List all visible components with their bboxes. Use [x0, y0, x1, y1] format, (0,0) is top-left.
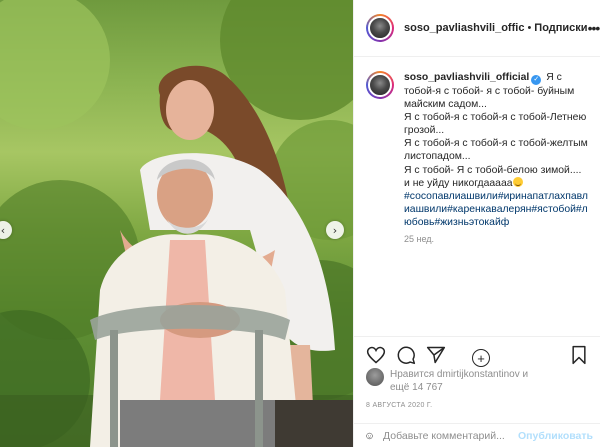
caption-timestamp[interactable]: 25 нед. [404, 233, 588, 246]
likes-prefix: Нравится [390, 369, 435, 380]
verified-badge-icon: ✓ [531, 75, 542, 85]
comment-bar: Опубликовать [354, 423, 600, 447]
caption-username-link[interactable]: soso_pavliashvili_official [404, 72, 529, 83]
likes-summary: Нравится dmirtijkonstantinov и ещё 14 76… [366, 368, 528, 394]
heart-icon[interactable] [366, 345, 386, 365]
likes-conjunction: и [522, 369, 529, 380]
caption-section: soso_pavliashvili_official ✓ Я с тобой-я … [354, 57, 600, 367]
share-icon[interactable] [426, 345, 446, 365]
following-button[interactable]: Подписки [534, 22, 587, 34]
publish-button[interactable]: Опубликовать [518, 430, 593, 442]
more-options-icon[interactable]: ••• [588, 20, 600, 36]
caption-avatar[interactable] [366, 71, 394, 99]
comment-icon[interactable] [396, 345, 416, 365]
header-username-link[interactable]: soso_pavliashvili_offic [404, 22, 524, 34]
header-separator: • [527, 22, 532, 34]
caption-text: soso_pavliashvili_official ✓ Я с тобой-я … [404, 71, 588, 246]
likes-count-link[interactable]: ещё 14 767 [390, 382, 443, 393]
photo-illustration [0, 0, 353, 447]
caption-line: Я с тобой-я с тобой-я с тобой-Летнею гро… [404, 112, 587, 137]
hashtag-links[interactable]: #сосопавлиашвили#иринапатлахпавлиашвили#… [404, 190, 588, 229]
post-header: soso_pavliashvili_offic • Подписки ••• [354, 0, 600, 57]
chevron-left-icon: ‹ [0, 223, 6, 237]
emoji-picker-icon[interactable] [366, 428, 373, 444]
post-date[interactable]: 8 АВГУСТА 2020 Г. [366, 402, 432, 409]
liker-username-link[interactable]: dmirtijkonstantinov [437, 369, 520, 380]
caption-line: Я с тобой- Я с тобой-белою зимой.... [404, 164, 582, 176]
action-bar [354, 336, 600, 366]
caption-line: и не уйду никогдааааа [404, 177, 513, 189]
liker-avatar[interactable] [366, 368, 384, 386]
profile-avatar[interactable] [366, 14, 394, 42]
post-photo[interactable]: ‹ › [0, 0, 353, 447]
bookmark-icon[interactable] [569, 345, 589, 365]
comment-input[interactable] [383, 429, 519, 442]
chevron-right-icon: › [332, 223, 338, 237]
caption-line: Я с тобой-я с тобой-я с тобой-желтым лис… [404, 138, 588, 163]
next-photo-button[interactable]: › [326, 221, 344, 239]
smiley-emoji-icon [512, 176, 523, 187]
post-side-panel: soso_pavliashvili_offic • Подписки ••• s… [353, 0, 600, 447]
